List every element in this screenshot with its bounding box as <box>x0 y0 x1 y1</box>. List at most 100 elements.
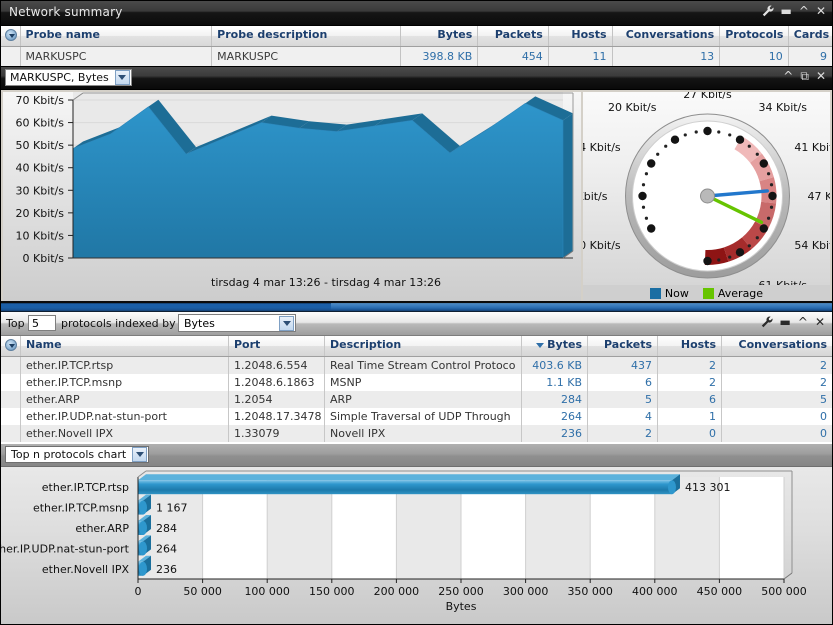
top-protocols-controls: ▬ ^ ✕ <box>761 316 825 329</box>
column-protocols[interactable]: Protocols <box>720 26 789 46</box>
collapse-icon[interactable]: ^ <box>783 70 793 83</box>
wrench-icon[interactable] <box>762 5 774 18</box>
protocols-chart-body: 413 301ether.IP.TCP.rtsp1 167ether.IP.TC… <box>1 467 832 624</box>
table-row[interactable]: ether.IP.TCP.rtsp 1.2048.6.554 Real Time… <box>1 357 832 374</box>
cell-description: Novell IPX <box>325 425 522 442</box>
cell-port: 1.2054 <box>229 391 325 408</box>
chevron-down-icon[interactable] <box>115 70 130 85</box>
charts-row: 0 Kbit/s10 Kbit/s20 Kbit/s30 Kbit/s40 Kb… <box>1 90 832 323</box>
gauge-svg: 0 Kbit/s7 Kbit/s14 Kbit/s20 Kbit/s27 Kbi… <box>583 92 830 288</box>
top-protocols-toolbar: Top 5 protocols indexed by Bytes ▬ ^ ✕ <box>1 312 832 336</box>
index-by-value: Bytes <box>184 317 279 330</box>
minimize-icon[interactable]: ▬ <box>780 316 791 329</box>
svg-text:40 Kbit/s: 40 Kbit/s <box>16 162 65 175</box>
cell-port: 1.33079 <box>229 425 325 442</box>
column-bytes-label: Bytes <box>547 338 582 351</box>
cell-bytes: 398.8 KB <box>401 47 478 66</box>
cell-conversations: 0 <box>722 425 832 442</box>
table-row[interactable]: ether.IP.UDP.nat-stun-port 1.2048.17.347… <box>1 408 832 425</box>
close-icon[interactable]: ✕ <box>816 70 826 83</box>
column-packets[interactable]: Packets <box>588 336 658 356</box>
collapse-icon[interactable]: ^ <box>799 4 809 18</box>
column-cards[interactable]: Cards <box>789 26 832 46</box>
cell-conversations: 5 <box>722 391 832 408</box>
column-conversations[interactable]: Conversations <box>613 26 721 46</box>
chevron-down-icon[interactable] <box>279 316 294 331</box>
svg-text:500 000: 500 000 <box>761 585 807 598</box>
topn-count-input[interactable]: 5 <box>28 315 56 331</box>
column-conversations[interactable]: Conversations <box>722 336 832 356</box>
table-row[interactable]: ether.ARP 1.2054 ARP 284 5 6 5 <box>1 391 832 408</box>
svg-text:236: 236 <box>156 563 177 576</box>
table-row[interactable]: MARKUSPC MARKUSPC 398.8 KB 454 11 13 10 … <box>1 47 832 66</box>
probe-selector-dropdown[interactable]: MARKUSPC, Bytes <box>5 69 132 86</box>
table-row[interactable]: ether.IP.TCP.msnp 1.2048.6.1863 MSNP 1.1… <box>1 374 832 391</box>
wrench-icon[interactable] <box>761 316 773 329</box>
column-description[interactable]: Description <box>325 336 522 356</box>
sort-descending-icon <box>536 343 544 348</box>
svg-text:50 000: 50 000 <box>183 585 222 598</box>
svg-text:34 Kbit/s: 34 Kbit/s <box>759 101 808 114</box>
cell-probe-name: MARKUSPC <box>21 47 213 66</box>
row-indicator-cell <box>1 425 21 442</box>
gauge-legend: Now Average <box>583 285 830 302</box>
svg-text:50 Kbit/s: 50 Kbit/s <box>16 139 65 152</box>
cell-hosts: 1 <box>658 408 722 425</box>
column-filter-icon-cell[interactable] <box>1 336 21 356</box>
chart-selector-dropdown[interactable]: Top n protocols chart <box>5 446 149 463</box>
collapse-icon[interactable]: ^ <box>798 316 808 329</box>
column-name[interactable]: Name <box>21 336 229 356</box>
cell-cards: 9 <box>789 47 832 66</box>
column-probe-description[interactable]: Probe description <box>212 26 401 46</box>
protocols-table-header: Name Port Description Bytes Packets Host… <box>1 336 832 357</box>
filter-icon[interactable] <box>5 339 17 351</box>
row-indicator-cell <box>1 357 21 374</box>
restore-icon[interactable]: ⧉ <box>800 70 809 83</box>
svg-text:250 000: 250 000 <box>438 585 484 598</box>
column-hosts[interactable]: Hosts <box>549 26 613 46</box>
cell-name: ether.IP.UDP.nat-stun-port <box>21 408 229 425</box>
protocols-chart-panel: Top n protocols chart 413 301ether.IP.TC… <box>1 444 832 624</box>
column-probe-name[interactable]: Probe name <box>21 26 213 46</box>
svg-text:100 000: 100 000 <box>244 585 290 598</box>
svg-text:27 Kbit/s: 27 Kbit/s <box>683 92 732 101</box>
cell-hosts: 6 <box>658 391 722 408</box>
close-icon[interactable]: ✕ <box>815 316 825 329</box>
close-icon[interactable]: ✕ <box>816 4 826 18</box>
column-bytes[interactable]: Bytes <box>522 336 588 356</box>
index-by-select[interactable]: Bytes <box>178 314 296 332</box>
cell-port: 1.2048.17.3478 <box>229 408 325 425</box>
column-hosts[interactable]: Hosts <box>658 336 722 356</box>
svg-text:400 000: 400 000 <box>632 585 678 598</box>
chevron-down-icon[interactable] <box>132 447 147 462</box>
panel-divider[interactable] <box>1 301 832 312</box>
legend-item-average: Average <box>703 287 763 300</box>
svg-text:0 Kbit/s: 0 Kbit/s <box>583 239 621 252</box>
svg-text:14 Kbit/s: 14 Kbit/s <box>583 141 621 154</box>
cell-probe-description: MARKUSPC <box>212 47 401 66</box>
network-summary-panel: Network summary ▬ ^ ✕ Probe name Probe d… <box>1 1 832 301</box>
cell-conversations: 2 <box>722 374 832 391</box>
filter-icon[interactable] <box>5 29 17 41</box>
cell-description: Real Time Stream Control Protoco <box>325 357 522 374</box>
table-row[interactable]: ether.Novell IPX 1.33079 Novell IPX 236 … <box>1 425 832 442</box>
column-port[interactable]: Port <box>229 336 325 356</box>
column-bytes[interactable]: Bytes <box>401 26 478 46</box>
svg-text:7 Kbit/s: 7 Kbit/s <box>583 190 608 203</box>
probe-selector-value: MARKUSPC, Bytes <box>10 71 115 84</box>
svg-text:ether.IP.TCP.msnp: ether.IP.TCP.msnp <box>33 502 129 515</box>
legend-label-now: Now <box>665 287 689 300</box>
svg-text:41 Kbit/s: 41 Kbit/s <box>794 141 830 154</box>
column-packets[interactable]: Packets <box>478 26 549 46</box>
column-filter-icon-cell[interactable] <box>1 26 21 46</box>
legend-item-now: Now <box>650 287 689 300</box>
cell-name: ether.ARP <box>21 391 229 408</box>
cell-name: ether.IP.TCP.msnp <box>21 374 229 391</box>
svg-text:350 000: 350 000 <box>567 585 613 598</box>
svg-text:284: 284 <box>156 522 177 535</box>
window-controls: ▬ ^ ✕ <box>762 4 826 18</box>
svg-text:ether.Novell IPX: ether.Novell IPX <box>42 563 130 576</box>
cell-bytes: 236 <box>522 425 588 442</box>
svg-text:Bytes: Bytes <box>446 600 477 613</box>
minimize-icon[interactable]: ▬ <box>781 4 792 18</box>
